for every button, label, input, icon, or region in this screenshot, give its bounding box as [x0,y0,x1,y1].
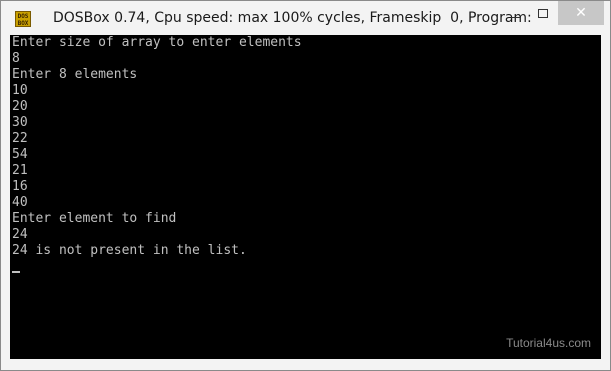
maximize-button[interactable] [529,1,557,25]
console-line: 24 [12,227,28,242]
console-screen[interactable]: Enter size of array to enter elements 8 … [10,35,601,359]
console-line: 16 [12,179,28,194]
console-line: 24 is not present in the list. [12,243,247,258]
minimize-icon [510,16,520,18]
console-line: 20 [12,99,28,114]
console-line: 21 [12,163,28,178]
title-bar[interactable]: DOS BOX DOSBox 0.74, Cpu speed: max 100%… [1,1,610,35]
console-line: 30 [12,115,28,130]
console-line: 54 [12,147,28,162]
close-button[interactable]: ✕ [558,1,604,25]
dosbox-icon[interactable]: DOS BOX [15,11,31,27]
console-output: Enter size of array to enter elements 8 … [12,35,302,259]
close-icon: ✕ [575,5,587,21]
console-line: 22 [12,131,28,146]
console-line: 10 [12,83,28,98]
dosbox-window: DOS BOX DOSBox 0.74, Cpu speed: max 100%… [0,0,611,371]
console-line: Enter 8 elements [12,67,138,82]
console-line: Enter size of array to enter elements [12,35,302,50]
window-title: DOSBox 0.74, Cpu speed: max 100% cycles,… [53,10,532,26]
console-line: 40 [12,195,28,210]
maximize-icon [538,8,548,18]
console-line: Enter element to find [12,211,177,226]
text-cursor [12,271,20,273]
minimize-button[interactable] [501,1,529,25]
console-line: 8 [12,51,20,66]
watermark: Tutorial4us.com [506,336,591,350]
